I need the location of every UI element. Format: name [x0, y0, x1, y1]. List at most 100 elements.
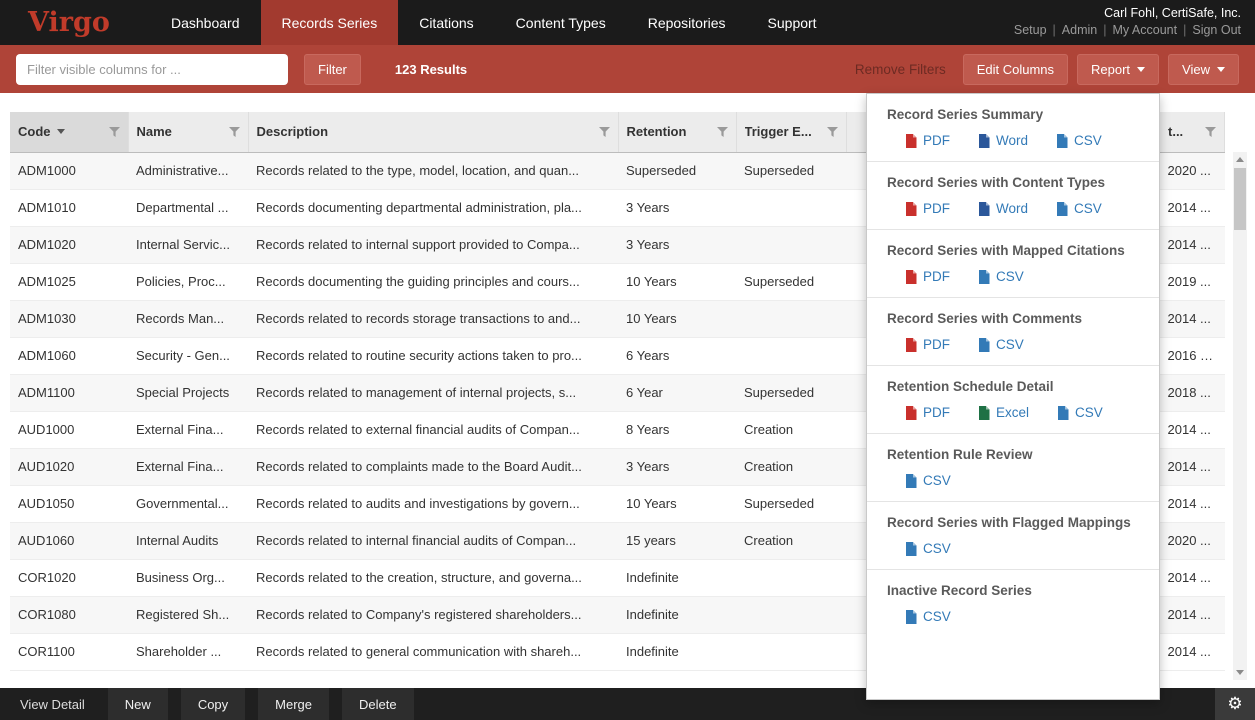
cell-code: COR1020 — [10, 559, 128, 596]
filter-icon[interactable] — [109, 127, 120, 137]
view-dropdown-button[interactable]: View — [1168, 54, 1239, 85]
csv-export-link[interactable]: CSV — [905, 541, 951, 556]
pdf-export-link[interactable]: PDF — [905, 405, 950, 420]
cell-name: Business Org... — [128, 559, 248, 596]
word-export-link[interactable]: Word — [978, 201, 1028, 216]
column-header-trigger-e[interactable]: Trigger E... — [736, 112, 846, 152]
filter-icon[interactable] — [1205, 127, 1216, 137]
report-dropdown-button[interactable]: Report — [1077, 54, 1159, 85]
csv-export-link[interactable]: CSV — [905, 473, 951, 488]
csv-export-link[interactable]: CSV — [1057, 405, 1103, 420]
report-section-title: Record Series with Comments — [887, 311, 1141, 326]
cell-edit-date: 2014 ... — [1160, 226, 1225, 263]
edit-columns-button[interactable]: Edit Columns — [963, 54, 1068, 85]
csv-export-link[interactable]: CSV — [978, 269, 1024, 284]
filter-button[interactable]: Filter — [304, 54, 361, 85]
column-header-description[interactable]: Description — [248, 112, 618, 152]
nav-item-repositories[interactable]: Repositories — [627, 0, 747, 45]
scroll-down-icon[interactable] — [1236, 670, 1244, 675]
column-label: Name — [137, 124, 172, 139]
export-link-label: Word — [996, 201, 1028, 216]
pdf-file-icon — [905, 202, 917, 216]
delete-button[interactable]: Delete — [342, 688, 414, 720]
filter-icon[interactable] — [717, 127, 728, 137]
pdf-export-link[interactable]: PDF — [905, 201, 950, 216]
filter-icon[interactable] — [599, 127, 610, 137]
cell-retention: Indefinite — [618, 596, 736, 633]
cell-trigger-event: Superseded — [736, 263, 846, 300]
export-link-label: CSV — [1074, 201, 1102, 216]
pdf-export-link[interactable]: PDF — [905, 337, 950, 352]
csv-export-link[interactable]: CSV — [1056, 201, 1102, 216]
filter-icon[interactable] — [229, 127, 240, 137]
cell-description: Records related to audits and investigat… — [248, 485, 618, 522]
cell-code: ADM1010 — [10, 189, 128, 226]
excel-export-link[interactable]: Excel — [978, 405, 1029, 420]
pdf-file-icon — [905, 406, 917, 420]
account-links: Setup|Admin|My Account|Sign Out — [1014, 23, 1241, 37]
cell-name: Special Projects — [128, 374, 248, 411]
report-section-title: Record Series with Flagged Mappings — [887, 515, 1141, 530]
filter-input[interactable] — [16, 54, 288, 85]
csv-export-link[interactable]: CSV — [905, 609, 951, 624]
cell-edit-date: 2014 ... — [1160, 189, 1225, 226]
export-link-label: CSV — [996, 269, 1024, 284]
column-header-t[interactable]: t... — [1160, 112, 1225, 152]
nav-item-records-series[interactable]: Records Series — [261, 0, 399, 45]
cell-retention: 10 Years — [618, 263, 736, 300]
cell-edit-date: 2014 ... — [1160, 411, 1225, 448]
report-section-title: Retention Schedule Detail — [887, 379, 1141, 394]
column-header-name[interactable]: Name — [128, 112, 248, 152]
remove-filters-button[interactable]: Remove Filters — [855, 62, 946, 77]
cell-retention: 6 Years — [618, 337, 736, 374]
pdf-export-link[interactable]: PDF — [905, 133, 950, 148]
cell-retention: Indefinite — [618, 559, 736, 596]
cell-edit-date: 2014 ... — [1160, 300, 1225, 337]
csv-file-icon — [978, 270, 990, 284]
setup-link[interactable]: Setup — [1014, 23, 1047, 37]
results-count: 123 Results — [395, 62, 467, 77]
cell-name: Shareholder ... — [128, 633, 248, 670]
export-link-label: Excel — [996, 405, 1029, 420]
cell-name: Internal Audits — [128, 522, 248, 559]
view-dropdown-label: View — [1182, 62, 1210, 77]
cell-retention: 3 Years — [618, 448, 736, 485]
cell-trigger-event — [736, 226, 846, 263]
report-menu-section: Record Series with Comments PDF CSV — [867, 298, 1159, 366]
nav-item-support[interactable]: Support — [747, 0, 838, 45]
app-logo: Virgo — [0, 0, 150, 45]
filter-icon[interactable] — [827, 127, 838, 137]
nav-item-citations[interactable]: Citations — [398, 0, 494, 45]
cell-trigger-event — [736, 596, 846, 633]
new-button[interactable]: New — [108, 688, 168, 720]
export-link-label: CSV — [996, 337, 1024, 352]
cell-retention: Indefinite — [618, 633, 736, 670]
sign-out-link[interactable]: Sign Out — [1192, 23, 1241, 37]
column-header-code[interactable]: Code — [10, 112, 128, 152]
nav-item-content-types[interactable]: Content Types — [495, 0, 627, 45]
my-account-link[interactable]: My Account — [1112, 23, 1177, 37]
copy-button[interactable]: Copy — [181, 688, 245, 720]
cell-name: Governmental... — [128, 485, 248, 522]
gear-icon — [1227, 694, 1242, 714]
table-scrollbar[interactable] — [1233, 152, 1247, 680]
settings-button[interactable] — [1215, 688, 1255, 720]
cell-retention: 3 Years — [618, 226, 736, 263]
merge-button[interactable]: Merge — [258, 688, 329, 720]
nav-item-dashboard[interactable]: Dashboard — [150, 0, 261, 45]
admin-link[interactable]: Admin — [1062, 23, 1097, 37]
pdf-export-link[interactable]: PDF — [905, 269, 950, 284]
column-header-retention[interactable]: Retention — [618, 112, 736, 152]
user-area: Carl Fohl, CertiSafe, Inc. Setup|Admin|M… — [1014, 0, 1255, 45]
csv-export-link[interactable]: CSV — [978, 337, 1024, 352]
scrollbar-thumb[interactable] — [1234, 168, 1246, 230]
csv-export-link[interactable]: CSV — [1056, 133, 1102, 148]
view-detail-button[interactable]: View Detail — [10, 688, 95, 720]
cell-code: AUD1050 — [10, 485, 128, 522]
report-menu-section: Retention Rule ReviewCSV — [867, 434, 1159, 502]
column-label: Retention — [627, 124, 687, 139]
column-label: Trigger E... — [745, 124, 812, 139]
scroll-up-icon[interactable] — [1236, 157, 1244, 162]
column-label: t... — [1168, 124, 1183, 139]
word-export-link[interactable]: Word — [978, 133, 1028, 148]
